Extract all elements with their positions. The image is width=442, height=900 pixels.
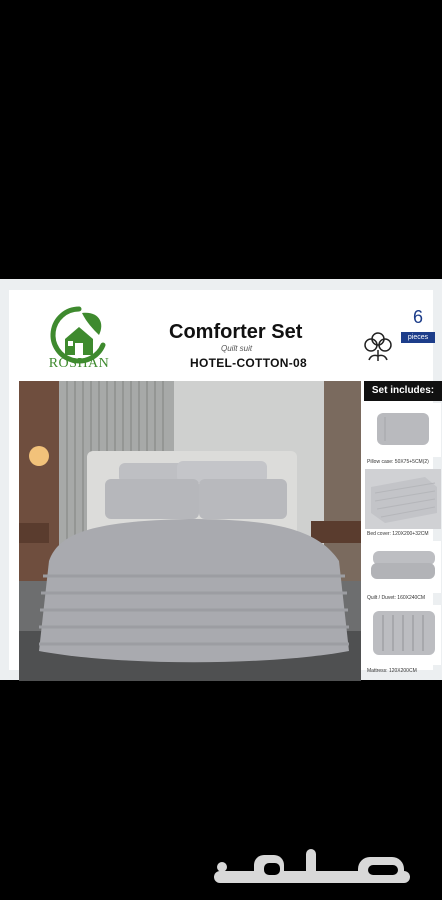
pillowcase-icon	[365, 403, 441, 457]
set-includes-heading: Set includes:	[364, 381, 442, 401]
product-code: HOTEL-COTTON-08	[190, 356, 307, 370]
quilt-caption: Quilt / Duvet: 160X240CM	[367, 595, 426, 601]
pieces-badge: pieces	[401, 332, 435, 343]
haraj-watermark-logo	[214, 849, 410, 883]
set-includes-panel: Set includes: Pillow case: 50X75+5CM(2) …	[364, 381, 442, 681]
mattress-icon	[365, 605, 441, 665]
pieces-count: 6	[412, 307, 423, 327]
product-banner: ROSHAN Comforter Set Quilt suit HOTEL-CO…	[9, 290, 442, 681]
bedroom-photo	[19, 381, 361, 681]
quilt-icon	[365, 541, 441, 593]
brand-name: ROSHAN	[48, 356, 110, 371]
cotton-icon	[364, 332, 392, 361]
mattress-caption: Mattress: 120X200CM	[367, 668, 417, 674]
product-title: Comforter Set	[169, 321, 303, 343]
product-image-card: ROSHAN Comforter Set Quilt suit HOTEL-CO…	[0, 279, 442, 681]
pillowcase-caption: Pillow case: 50X75+5CM(2)	[367, 459, 429, 465]
product-subtitle: Quilt suit	[221, 344, 253, 353]
bed-cover-caption: Bed cover: 120X200+32CM	[367, 531, 429, 537]
bed-cover-icon	[365, 469, 441, 529]
